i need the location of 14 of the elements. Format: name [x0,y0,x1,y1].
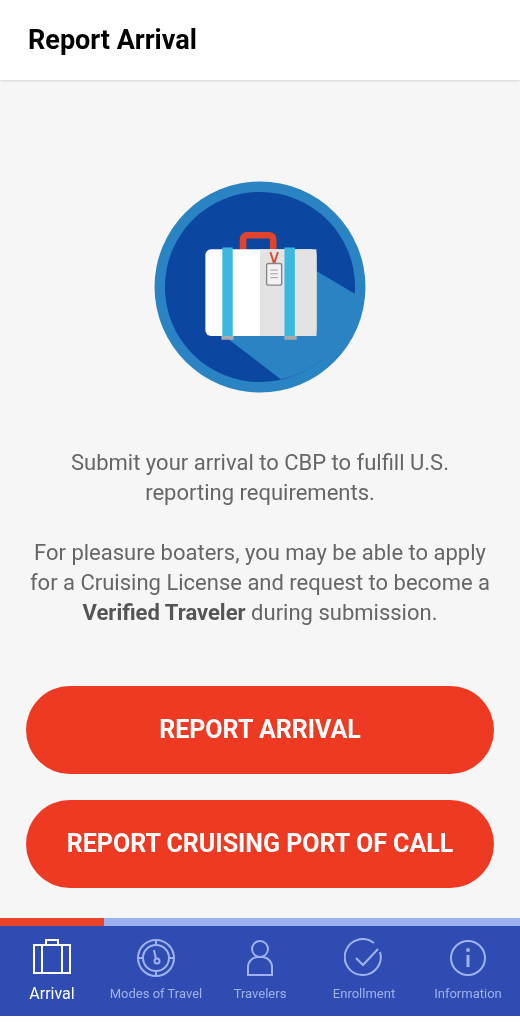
check-circle-icon [344,938,384,979]
nav-tab[interactable]: Travelers [208,926,312,1016]
nav-tab[interactable]: Arrival [0,926,104,1016]
gauge-icon [136,938,176,979]
page-title: Report Arrival [28,22,197,58]
suitcase-icon [32,936,72,976]
nav-tab[interactable]: Enrollment [312,926,416,1016]
info-icon [448,938,488,979]
nav-tab[interactable]: Information [416,926,520,1016]
description-text: Submit your arrival to CBP to fulfill U.S. reporting requirements. [70,449,450,507]
nav-tab[interactable]: Modes of Travel [104,926,208,1016]
report-button[interactable]: REPORT CRUISING PORT OF CALL [26,800,494,888]
description-text: For pleasure boaters, you may be able to apply for a Cruising License and request to become a Verified Traveler during submission. [28,539,492,627]
report-button[interactable]: REPORT ARRIVAL [26,686,494,774]
